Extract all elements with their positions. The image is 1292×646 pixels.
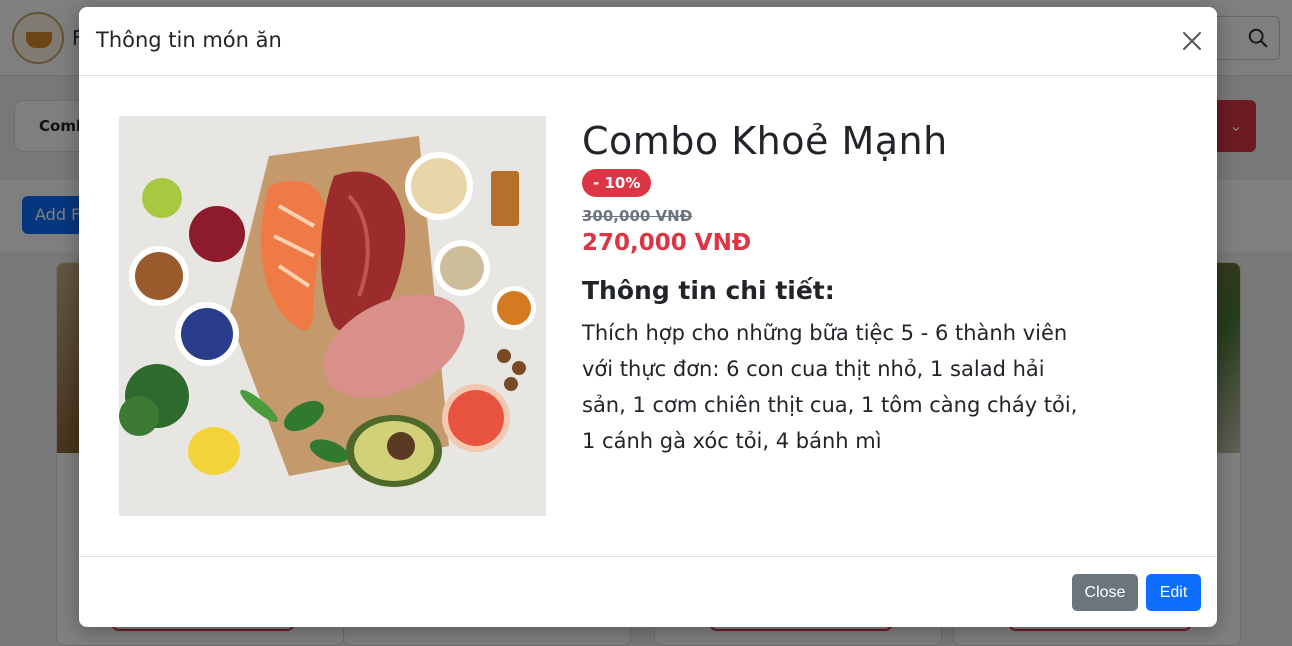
- modal-footer: Close Edit: [79, 556, 1217, 627]
- food-info: Combo Khoẻ Mạnh - 10% 300,000 VNĐ 270,00…: [582, 116, 1082, 459]
- food-image: [119, 116, 546, 516]
- discount-badge: - 10%: [582, 169, 652, 197]
- close-button[interactable]: Close: [1072, 574, 1138, 611]
- close-icon[interactable]: [1180, 29, 1204, 53]
- modal-title: Thông tin món ăn: [96, 28, 282, 52]
- discounted-price: 270,000 VNĐ: [582, 230, 752, 256]
- detail-heading: Thông tin chi tiết:: [582, 276, 835, 305]
- food-photo: [119, 116, 546, 516]
- edit-button[interactable]: Edit: [1146, 574, 1201, 611]
- original-price: 300,000 VNĐ: [582, 207, 693, 225]
- food-name: Combo Khoẻ Mạnh: [582, 119, 948, 163]
- detail-description: Thích hợp cho những bữa tiệc 5 - 6 thành…: [582, 321, 1078, 453]
- modal-header: Thông tin món ăn: [79, 7, 1217, 76]
- food-detail-modal: Thông tin món ăn Combo Khoẻ Mạnh - 10% 3…: [79, 7, 1217, 627]
- modal-body: Combo Khoẻ Mạnh - 10% 300,000 VNĐ 270,00…: [79, 76, 1217, 556]
